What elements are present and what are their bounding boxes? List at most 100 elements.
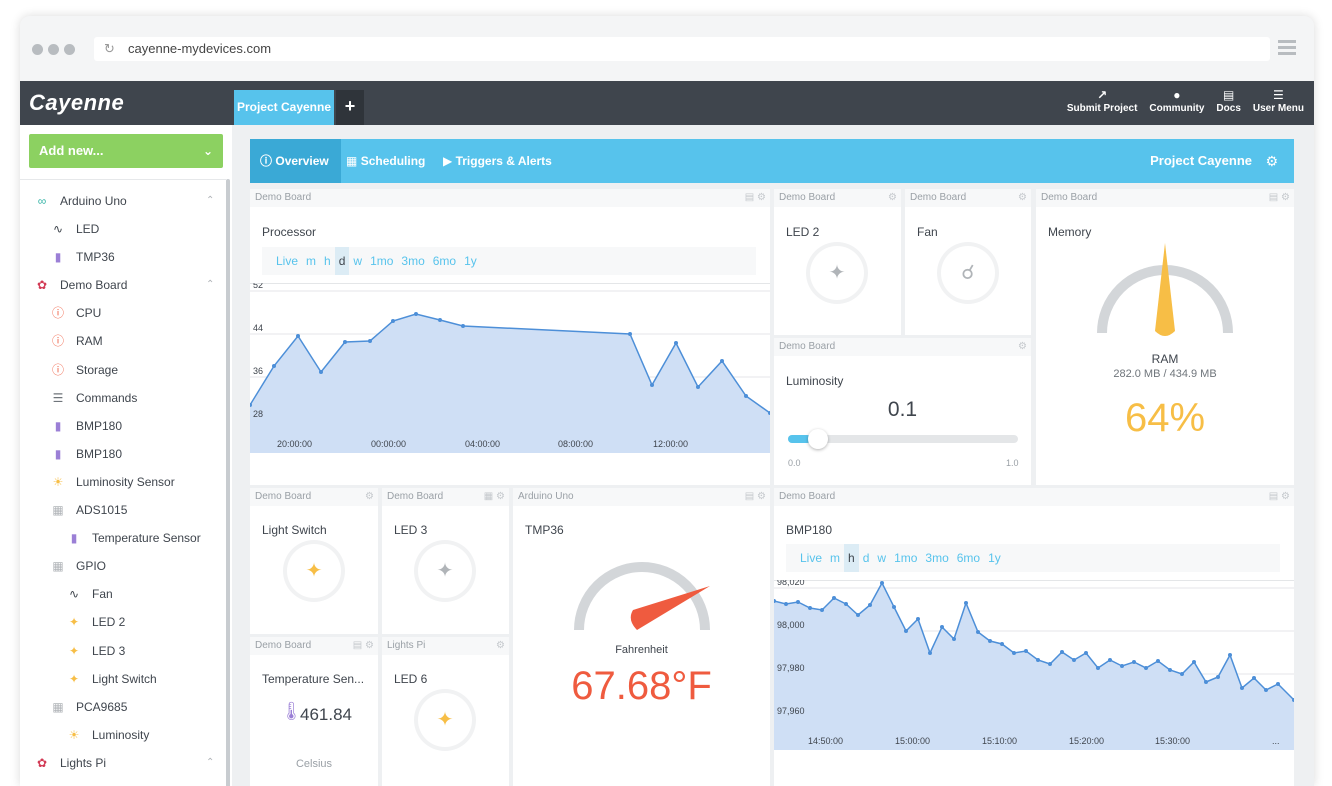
widget-settings-icon[interactable]: ⚙: [1018, 338, 1027, 356]
data-point[interactable]: [1192, 660, 1196, 664]
close-dot[interactable]: [32, 44, 43, 55]
range-option[interactable]: w: [349, 247, 366, 275]
data-point[interactable]: [1120, 664, 1124, 668]
chevron-up-icon[interactable]: ⌃: [206, 271, 214, 299]
data-point[interactable]: [744, 394, 748, 398]
add-project-tab-button[interactable]: +: [336, 90, 364, 125]
range-option[interactable]: w: [873, 544, 890, 572]
sidebar-item[interactable]: ⓘ Storage: [20, 356, 226, 384]
data-point[interactable]: [1060, 650, 1064, 654]
sidebar-item[interactable]: ☰ Commands: [20, 384, 226, 412]
data-point[interactable]: [952, 637, 956, 641]
data-point[interactable]: [1264, 688, 1268, 692]
tab-scheduling[interactable]: ▦ Scheduling: [346, 139, 425, 183]
address-bar[interactable]: ↻ cayenne-mydevices.com: [94, 37, 1270, 61]
sidebar-item[interactable]: ✦ LED 2: [20, 608, 226, 636]
range-option[interactable]: Live: [272, 247, 302, 275]
data-point[interactable]: [1156, 659, 1160, 663]
data-point[interactable]: [461, 324, 465, 328]
data-point[interactable]: [892, 605, 896, 609]
data-point[interactable]: [880, 581, 884, 585]
range-option[interactable]: 1mo: [890, 544, 921, 572]
sidebar-item[interactable]: ⓘ CPU: [20, 299, 226, 327]
range-option[interactable]: h: [320, 247, 335, 275]
data-point[interactable]: [808, 606, 812, 610]
data-point[interactable]: [784, 602, 788, 606]
data-point[interactable]: [720, 359, 724, 363]
data-point[interactable]: [674, 341, 678, 345]
data-point[interactable]: [1216, 675, 1220, 679]
gear-icon[interactable]: ⚙: [1265, 139, 1278, 183]
data-point[interactable]: [1204, 680, 1208, 684]
chevron-up-icon[interactable]: ⌃: [206, 187, 214, 215]
data-point[interactable]: [856, 613, 860, 617]
data-point[interactable]: [696, 385, 700, 389]
sidebar-item[interactable]: ✿ Lights Pi ⌃: [20, 749, 226, 777]
sidebar-item[interactable]: ▦ PCA9685: [20, 693, 226, 721]
data-point[interactable]: [650, 383, 654, 387]
luminosity-slider-track[interactable]: [788, 429, 1018, 449]
range-option[interactable]: 1mo: [366, 247, 397, 275]
user-menu-link[interactable]: ☰ User Menu: [1253, 88, 1304, 114]
data-point[interactable]: [1108, 658, 1112, 662]
sidebar-item[interactable]: ▮ BMP180: [20, 440, 226, 468]
browser-menu-icon[interactable]: [1278, 40, 1296, 56]
sidebar-item[interactable]: ▮ Temperature Sensor: [20, 524, 226, 552]
range-option[interactable]: m: [302, 247, 320, 275]
data-point[interactable]: [820, 608, 824, 612]
data-point[interactable]: [319, 370, 323, 374]
chart-settings-icon[interactable]: ▤ ⚙: [1269, 189, 1290, 207]
data-point[interactable]: [1024, 649, 1028, 653]
chart-settings-icon[interactable]: ▤ ⚙: [745, 189, 766, 207]
data-point[interactable]: [1144, 666, 1148, 670]
data-point[interactable]: [414, 312, 418, 316]
led-2-toggle[interactable]: ✦: [810, 246, 864, 300]
data-point[interactable]: [916, 617, 920, 621]
range-option[interactable]: d: [859, 544, 874, 572]
sidebar-scrollbar[interactable]: [226, 179, 230, 786]
led-6-toggle[interactable]: ✦: [418, 693, 472, 747]
range-option[interactable]: 1y: [460, 247, 481, 275]
light-switch-toggle[interactable]: ✦: [287, 544, 341, 598]
data-point[interactable]: [964, 601, 968, 605]
data-point[interactable]: [1240, 686, 1244, 690]
add-new-dropdown[interactable]: Add new... ⌄: [29, 134, 223, 168]
cayenne-logo[interactable]: Cayenne: [29, 90, 124, 116]
data-point[interactable]: [1276, 682, 1280, 686]
sidebar-item[interactable]: ▦ GPIO: [20, 552, 226, 580]
range-option[interactable]: 6mo: [429, 247, 460, 275]
data-point[interactable]: [976, 630, 980, 634]
data-point[interactable]: [1072, 658, 1076, 662]
tab-project-cayenne[interactable]: Project Cayenne: [234, 90, 334, 125]
data-point[interactable]: [844, 602, 848, 606]
range-option[interactable]: 1y: [984, 544, 1005, 572]
zoom-dot[interactable]: [64, 44, 75, 55]
data-point[interactable]: [796, 600, 800, 604]
data-point[interactable]: [928, 651, 932, 655]
data-point[interactable]: [1012, 651, 1016, 655]
led-3-toggle[interactable]: ✦: [418, 544, 472, 598]
sidebar-item[interactable]: ▮ TMP36: [20, 243, 226, 271]
chart-settings-icon[interactable]: ▤ ⚙: [353, 637, 374, 655]
data-point[interactable]: [1048, 662, 1052, 666]
data-point[interactable]: [868, 603, 872, 607]
data-point[interactable]: [1084, 651, 1088, 655]
range-option[interactable]: m: [826, 544, 844, 572]
data-point[interactable]: [272, 364, 276, 368]
data-point[interactable]: [1096, 666, 1100, 670]
sidebar-item[interactable]: ∿ LED: [20, 215, 226, 243]
chart-settings-icon[interactable]: ▤ ⚙: [1269, 488, 1290, 506]
range-option[interactable]: 3mo: [397, 247, 428, 275]
widget-settings-icon[interactable]: ⚙: [1018, 189, 1027, 207]
data-point[interactable]: [1036, 658, 1040, 662]
data-point[interactable]: [628, 332, 632, 336]
range-option[interactable]: d: [334, 247, 350, 275]
widget-settings-icon[interactable]: ⚙: [365, 488, 374, 506]
range-option[interactable]: Live: [796, 544, 826, 572]
data-point[interactable]: [343, 340, 347, 344]
reload-icon[interactable]: ↻: [104, 37, 115, 61]
submit-project-link[interactable]: ↗ Submit Project: [1067, 88, 1138, 114]
sidebar-item[interactable]: ✦ Light Switch: [20, 665, 226, 693]
data-point[interactable]: [1168, 668, 1172, 672]
data-point[interactable]: [391, 319, 395, 323]
